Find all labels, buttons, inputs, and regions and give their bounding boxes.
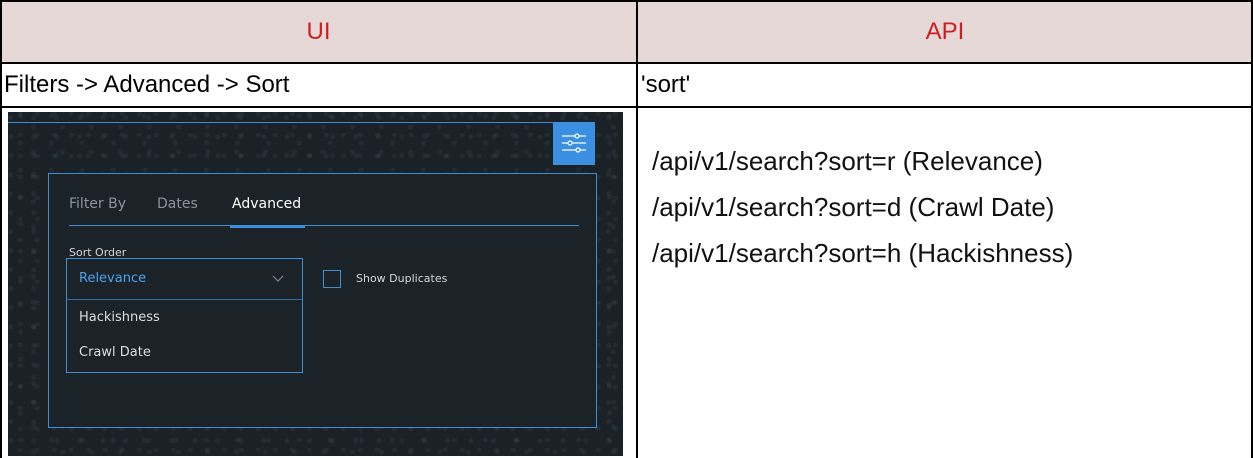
chevron-down-icon [272,275,284,282]
tab-advanced[interactable]: Advanced [232,196,301,212]
table-border-top [0,0,1253,2]
filter-panel: Filter By Dates Advanced Sort Order Rele… [48,173,597,428]
header-api: API [925,17,965,45]
table-border-middle [636,0,638,458]
option-hackishness[interactable]: Hackishness [79,310,160,325]
table-border-row1 [0,106,1253,108]
api-examples: /api/v1/search?sort=r (Relevance) /api/v… [652,138,1242,276]
table-border-right [1251,0,1253,458]
tab-filter-by[interactable]: Filter By [69,196,126,212]
search-bar-border [8,122,553,123]
api-param-text: 'sort' [641,71,691,98]
table-border-header [0,62,1253,64]
tab-dates[interactable]: Dates [157,196,198,212]
table-header-row: UI API [0,0,1253,63]
filter-toggle-button[interactable] [553,122,595,165]
option-crawl-date[interactable]: Crawl Date [79,345,151,360]
sort-order-dropdown: Hackishness Crawl Date [66,299,303,373]
tabs-divider [69,225,579,226]
sort-order-value: Relevance [79,271,147,286]
header-ui: UI [306,17,331,45]
api-example-relevance: /api/v1/search?sort=r (Relevance) [652,146,1043,176]
api-example-crawl-date: /api/v1/search?sort=d (Crawl Date) [652,192,1055,222]
table-border-left [0,0,2,458]
show-duplicates-label: Show Duplicates [356,272,448,285]
comparison-table: UI API Filters -> Advanced -> Sort 'sort… [0,0,1253,458]
sort-order-select[interactable]: Relevance [66,258,303,301]
show-duplicates-checkbox[interactable] [323,270,341,288]
api-example-hackishness: /api/v1/search?sort=h (Hackishness) [652,238,1074,268]
ui-screenshot: Filter By Dates Advanced Sort Order Rele… [8,112,623,456]
sliders-icon [562,133,586,153]
active-tab-indicator [230,226,305,228]
ui-path-text: Filters -> Advanced -> Sort [4,71,290,98]
